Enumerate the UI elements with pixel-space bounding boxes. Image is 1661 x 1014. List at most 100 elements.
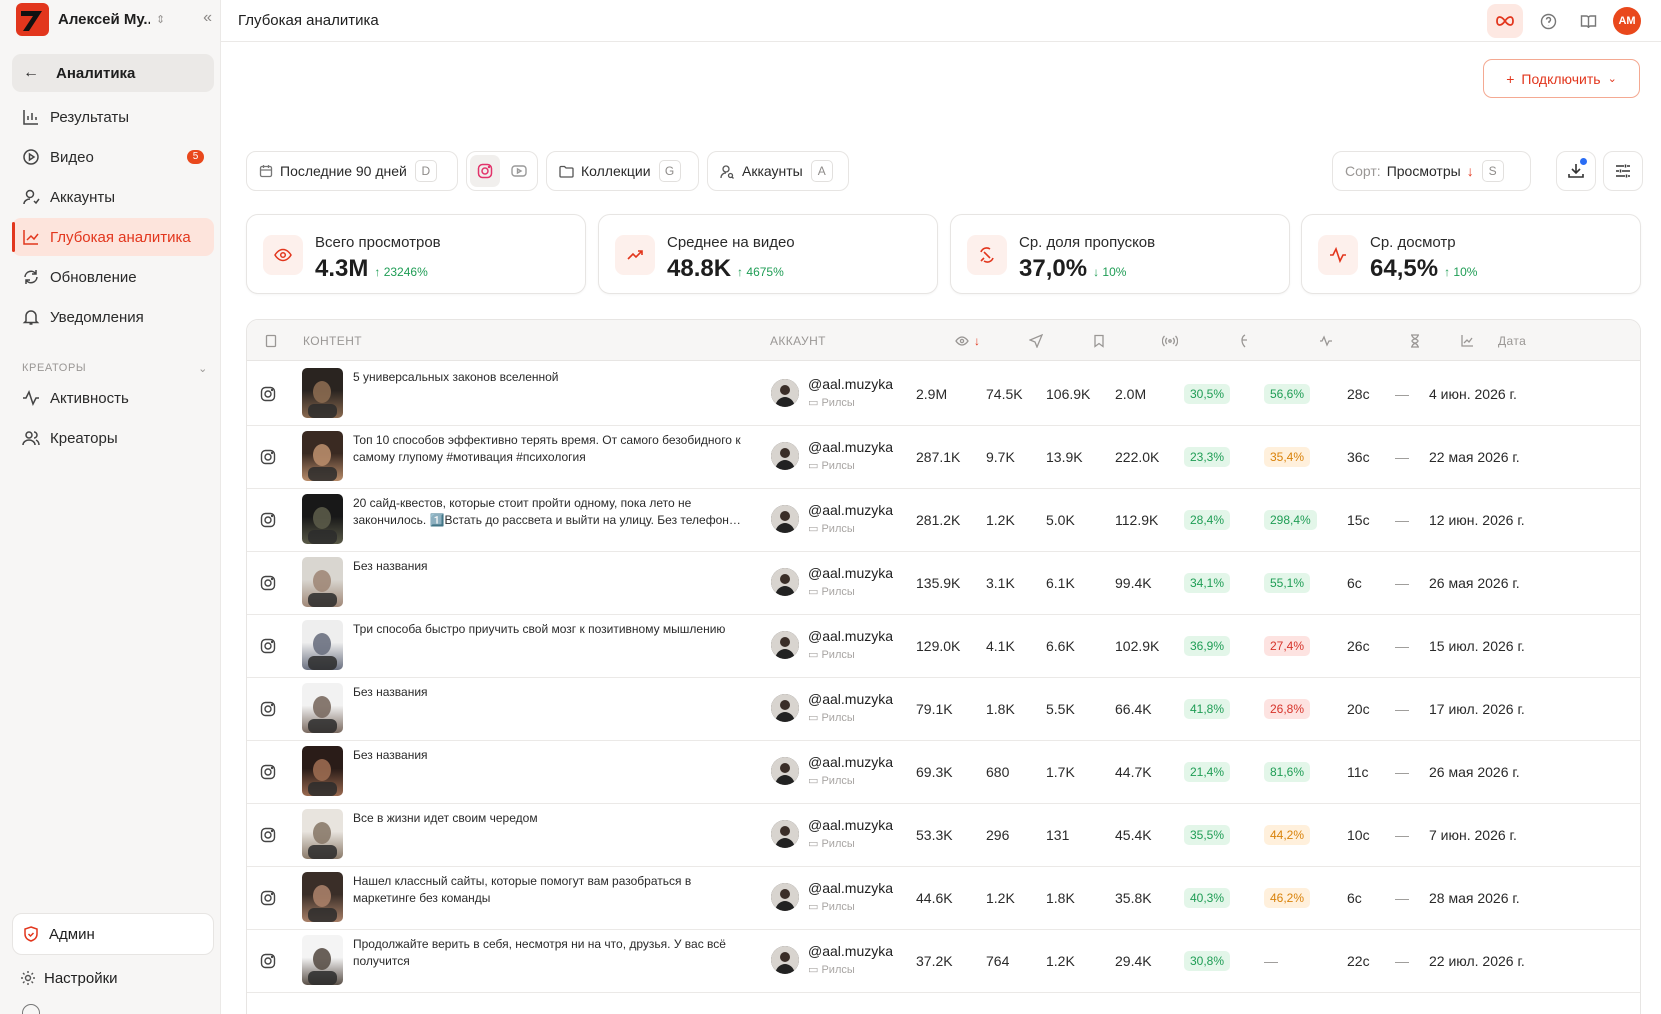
views-column-header[interactable]: ↓	[955, 320, 980, 361]
sidebar-item-deep-analytics[interactable]: Глубокая аналитика	[12, 218, 214, 256]
date-column-header[interactable]: Дата	[1498, 320, 1526, 361]
video-title[interactable]: Продолжайте верить в себя, несмотря ни н…	[353, 936, 748, 970]
table-row[interactable]: Без названия @aal.muzyka ▭ Рилсы 69.3K 6…	[247, 739, 1640, 804]
account-handle[interactable]: @aal.muzyka	[808, 439, 893, 455]
content-type-label: Рилсы	[821, 775, 855, 787]
video-title[interactable]: Нашел классный сайты, которые помогут ва…	[353, 873, 748, 907]
video-title[interactable]: 5 универсальных законов вселенной	[353, 369, 748, 386]
video-thumbnail[interactable]	[302, 494, 343, 544]
duration-column-header[interactable]	[1409, 320, 1421, 361]
video-title[interactable]: Все в жизни идет своим чередом	[353, 810, 748, 827]
settings-button[interactable]: Настройки	[12, 960, 214, 996]
video-thumbnail[interactable]	[302, 872, 343, 922]
sidebar-item-accounts[interactable]: Аккаунты	[12, 178, 214, 216]
video-title[interactable]: Топ 10 способов эффективно терять время.…	[353, 432, 748, 466]
table-row[interactable]: Без названия @aal.muzyka ▭ Рилсы 135.9K …	[247, 550, 1640, 615]
video-thumbnail[interactable]	[302, 746, 343, 796]
video-title[interactable]: Три способа быстро приучить свой мозг к …	[353, 621, 748, 638]
sidebar-item-results[interactable]: Результаты	[12, 98, 214, 136]
table-row[interactable]: Нашел классный сайты, которые помогут ва…	[247, 865, 1640, 930]
sidebar-item-update[interactable]: Обновление	[12, 258, 214, 296]
select-column-header[interactable]	[265, 320, 277, 361]
sidebar-item-label: Активность	[50, 389, 129, 407]
table-row[interactable]: 20 сайд-квестов, которые стоит пройти од…	[247, 487, 1640, 552]
sidebar-item-cutoff[interactable]	[22, 1004, 102, 1014]
export-button[interactable]	[1556, 151, 1596, 191]
reels-icon: ▭	[808, 460, 819, 472]
table-row[interactable]: Все в жизни идет своим чередом @aal.muzy…	[247, 802, 1640, 867]
video-title[interactable]: 20 сайд-квестов, которые стоит пройти од…	[353, 495, 748, 529]
stat-delta: ↑ 10%	[1444, 265, 1478, 279]
saves-column-header[interactable]	[1093, 320, 1105, 361]
watch-rate-pill: 27,4%	[1264, 635, 1311, 656]
bell-icon	[12, 308, 50, 326]
video-title[interactable]: Без названия	[353, 747, 748, 764]
help-button[interactable]	[1533, 6, 1563, 36]
user-search-icon	[720, 164, 735, 179]
workspace-switcher[interactable]: Алексей Му... ⇕	[16, 0, 212, 38]
platform-cell	[260, 613, 276, 678]
shares-column-header[interactable]	[1029, 320, 1043, 361]
calendar-icon	[259, 164, 273, 178]
collections-filter[interactable]: Коллекции G	[546, 151, 699, 191]
infinity-button[interactable]	[1487, 4, 1523, 38]
connect-button[interactable]: + Подключить ⌄	[1483, 59, 1640, 98]
creators-section-header[interactable]: КРЕАТОРЫ ⌄	[22, 362, 208, 375]
chart-icon	[1461, 335, 1473, 347]
period-filter[interactable]: Последние 90 дней D	[246, 151, 458, 191]
table-row[interactable]: Три способа быстро приучить свой мозг к …	[247, 613, 1640, 678]
views-cell: 69.3K	[916, 763, 953, 780]
video-title[interactable]: Без названия	[353, 558, 748, 575]
video-title[interactable]: Без названия	[353, 684, 748, 701]
table-row[interactable]: Топ 10 способов эффективно терять время.…	[247, 424, 1640, 489]
account-handle[interactable]: @aal.muzyka	[808, 691, 893, 707]
video-thumbnail[interactable]	[302, 620, 343, 670]
reach-column-header[interactable]	[1162, 320, 1178, 361]
table-row[interactable]: Без названия @aal.muzyka ▭ Рилсы 79.1K 1…	[247, 676, 1640, 741]
instagram-icon	[260, 764, 276, 779]
account-handle[interactable]: @aal.muzyka	[808, 943, 893, 959]
collapse-sidebar-icon[interactable]: «	[203, 9, 212, 27]
account-handle[interactable]: @aal.muzyka	[808, 754, 893, 770]
skip-column-header[interactable]	[1237, 320, 1249, 361]
admin-button[interactable]: Админ	[12, 913, 214, 955]
instagram-toggle[interactable]	[470, 155, 500, 187]
back-button[interactable]: ← Аналитика	[12, 54, 214, 92]
video-thumbnail[interactable]	[302, 935, 343, 985]
column-settings-button[interactable]	[1603, 151, 1643, 191]
account-handle[interactable]: @aal.muzyka	[808, 502, 893, 518]
account-handle[interactable]: @aal.muzyka	[808, 628, 893, 644]
video-thumbnail[interactable]	[302, 683, 343, 733]
skip-rate-cell: 21,4%	[1184, 739, 1231, 804]
video-thumbnail[interactable]	[302, 368, 343, 418]
views-cell: 287.1K	[916, 448, 961, 465]
video-thumbnail[interactable]	[302, 431, 343, 481]
stat-label: Среднее на видео	[667, 234, 795, 251]
video-thumbnail[interactable]	[302, 809, 343, 859]
docs-button[interactable]	[1573, 6, 1603, 36]
sort-dropdown[interactable]: Сорт: Просмотры ↓ S	[1332, 151, 1531, 191]
account-handle[interactable]: @aal.muzyka	[808, 880, 893, 896]
sidebar-item-activity[interactable]: Активность	[12, 379, 214, 417]
watch-column-header[interactable]	[1319, 320, 1333, 361]
sidebar-item-video[interactable]: Видео 5	[12, 138, 214, 176]
video-thumbnail[interactable]	[302, 557, 343, 607]
sidebar-item-notifications[interactable]: Уведомления	[12, 298, 214, 336]
account-handle[interactable]: @aal.muzyka	[808, 817, 893, 833]
eye-icon	[263, 235, 303, 275]
table-row[interactable]: 5 универсальных законов вселенной @aal.m…	[247, 361, 1640, 426]
account-handle[interactable]: @aal.muzyka	[808, 376, 893, 392]
reach-cell: 222.0K	[1115, 448, 1160, 465]
sidebar-item-creators[interactable]: Креаторы	[12, 419, 214, 457]
account-column-header[interactable]: АККАУНТ	[770, 320, 826, 361]
table-row[interactable]: Продолжайте верить в себя, несмотря ни н…	[247, 928, 1640, 993]
user-avatar[interactable]: AM	[1613, 7, 1641, 35]
content-column-header[interactable]: КОНТЕНТ	[303, 320, 362, 361]
youtube-toggle[interactable]	[504, 155, 534, 187]
trend-column-header[interactable]	[1461, 320, 1474, 361]
account-handle[interactable]: @aal.muzyka	[808, 565, 893, 581]
saves-cell: 1.7K	[1046, 763, 1075, 780]
accounts-filter[interactable]: Аккаунты A	[707, 151, 849, 191]
reels-icon: ▭	[808, 838, 819, 850]
reach-cell: 2.0M	[1115, 385, 1147, 402]
